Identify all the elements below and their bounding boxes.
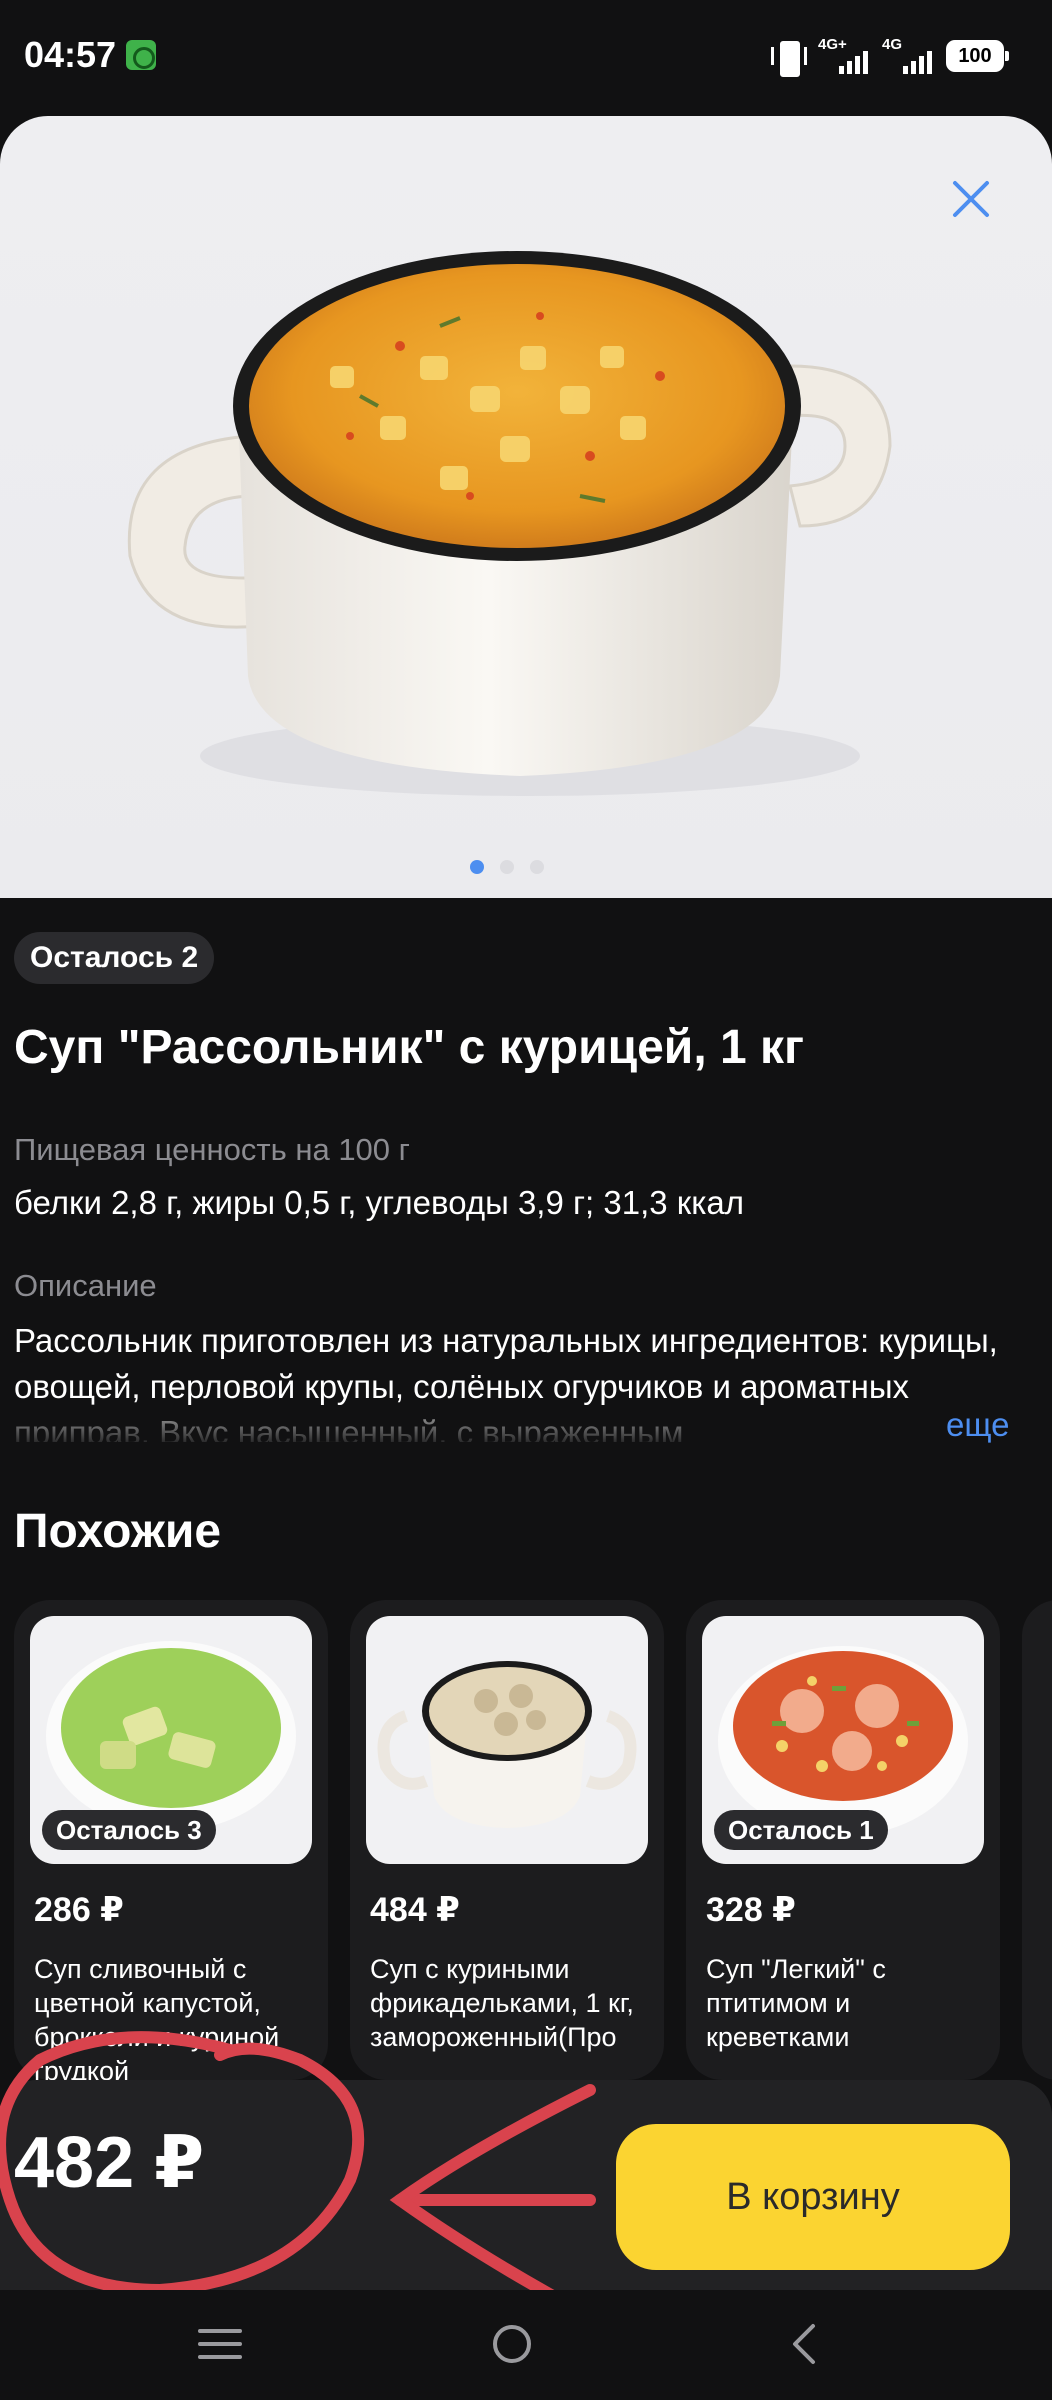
status-time: 04:57 — [24, 34, 117, 75]
pagination-dot — [500, 860, 514, 874]
battery-indicator: 100 — [946, 40, 1009, 72]
signal-icon: 4G+ — [818, 36, 868, 76]
pagination-dot — [530, 860, 544, 874]
close-button[interactable] — [942, 170, 1000, 228]
product-card-name: Суп "Легкий" с птитимом и креветками — [706, 1954, 886, 2052]
similar-carousel[interactable]: Осталось 3 286 ₽ Суп сливочный с цветной… — [14, 1600, 1052, 2080]
vibrate-icon — [770, 39, 807, 77]
nutrition-label: Пищевая ценность на 100 г — [14, 1132, 410, 1167]
status-indicators: 4G+ 4G 100 — [770, 36, 1009, 77]
recent-apps-button[interactable] — [190, 2314, 250, 2374]
back-button[interactable] — [774, 2314, 834, 2374]
home-button[interactable] — [482, 2314, 542, 2374]
product-title: Суп "Рассольник" с курицей, 1 кг — [14, 1021, 805, 1074]
description-label: Описание — [14, 1268, 157, 1303]
nutrition-value: белки 2,8 г, жиры 0,5 г, углеводы 3,9 г;… — [14, 1184, 744, 1221]
stock-badge: Осталось 2 — [14, 932, 215, 984]
soup-pot-illustration — [127, 251, 892, 796]
pagination-dot-active — [470, 860, 484, 874]
home-icon — [493, 2325, 531, 2363]
product-card[interactable]: Осталось 3 286 ₽ Суп сливочный с цветной… — [14, 1600, 328, 2080]
add-to-cart-label: В корзину — [726, 2175, 900, 2218]
product-card-price: 286 ₽ — [34, 1891, 124, 1929]
product-card-badge: Осталось 1 — [714, 1810, 888, 1850]
product-image[interactable] — [0, 116, 1052, 898]
more-link[interactable]: еще — [940, 1406, 1010, 1444]
image-pagination — [470, 860, 544, 874]
app-notification-icon — [126, 40, 156, 70]
network-type-2: 4G — [882, 36, 903, 53]
system-nav-bar — [0, 2290, 1052, 2400]
product-card-name: Суп с куриными фрикадельками, 1 кг, замо… — [370, 1954, 634, 2052]
product-card-price: 484 ₽ — [370, 1891, 460, 1929]
product-card[interactable]: 484 ₽ Суп с куриными фрикадельками, 1 кг… — [350, 1600, 664, 2080]
total-price: 482 ₽ — [14, 2123, 205, 2203]
product-card-image — [366, 1616, 648, 1864]
signal-icon-2: 4G — [882, 36, 932, 76]
status-bar: 04:57 4G+ 4G 100 — [0, 0, 1052, 112]
close-icon — [953, 181, 989, 217]
menu-icon — [198, 2329, 242, 2359]
product-card-price: 328 ₽ — [706, 1891, 796, 1929]
product-card-badge: Осталось 3 — [42, 1810, 216, 1850]
product-card-partial[interactable] — [1022, 1600, 1052, 2080]
product-card-name: Суп сливочный с цветной капустой, брокко… — [34, 1954, 280, 2080]
add-to-cart-button[interactable]: В корзину — [616, 2124, 1010, 2270]
product-card[interactable]: Осталось 1 328 ₽ Суп "Легкий" с птитимом… — [686, 1600, 1000, 2080]
back-icon — [793, 2324, 815, 2364]
description-text: Рассольник приготовлен из натуральных ин… — [14, 1318, 1014, 1442]
similar-section-title: Похожие — [14, 1505, 222, 1558]
